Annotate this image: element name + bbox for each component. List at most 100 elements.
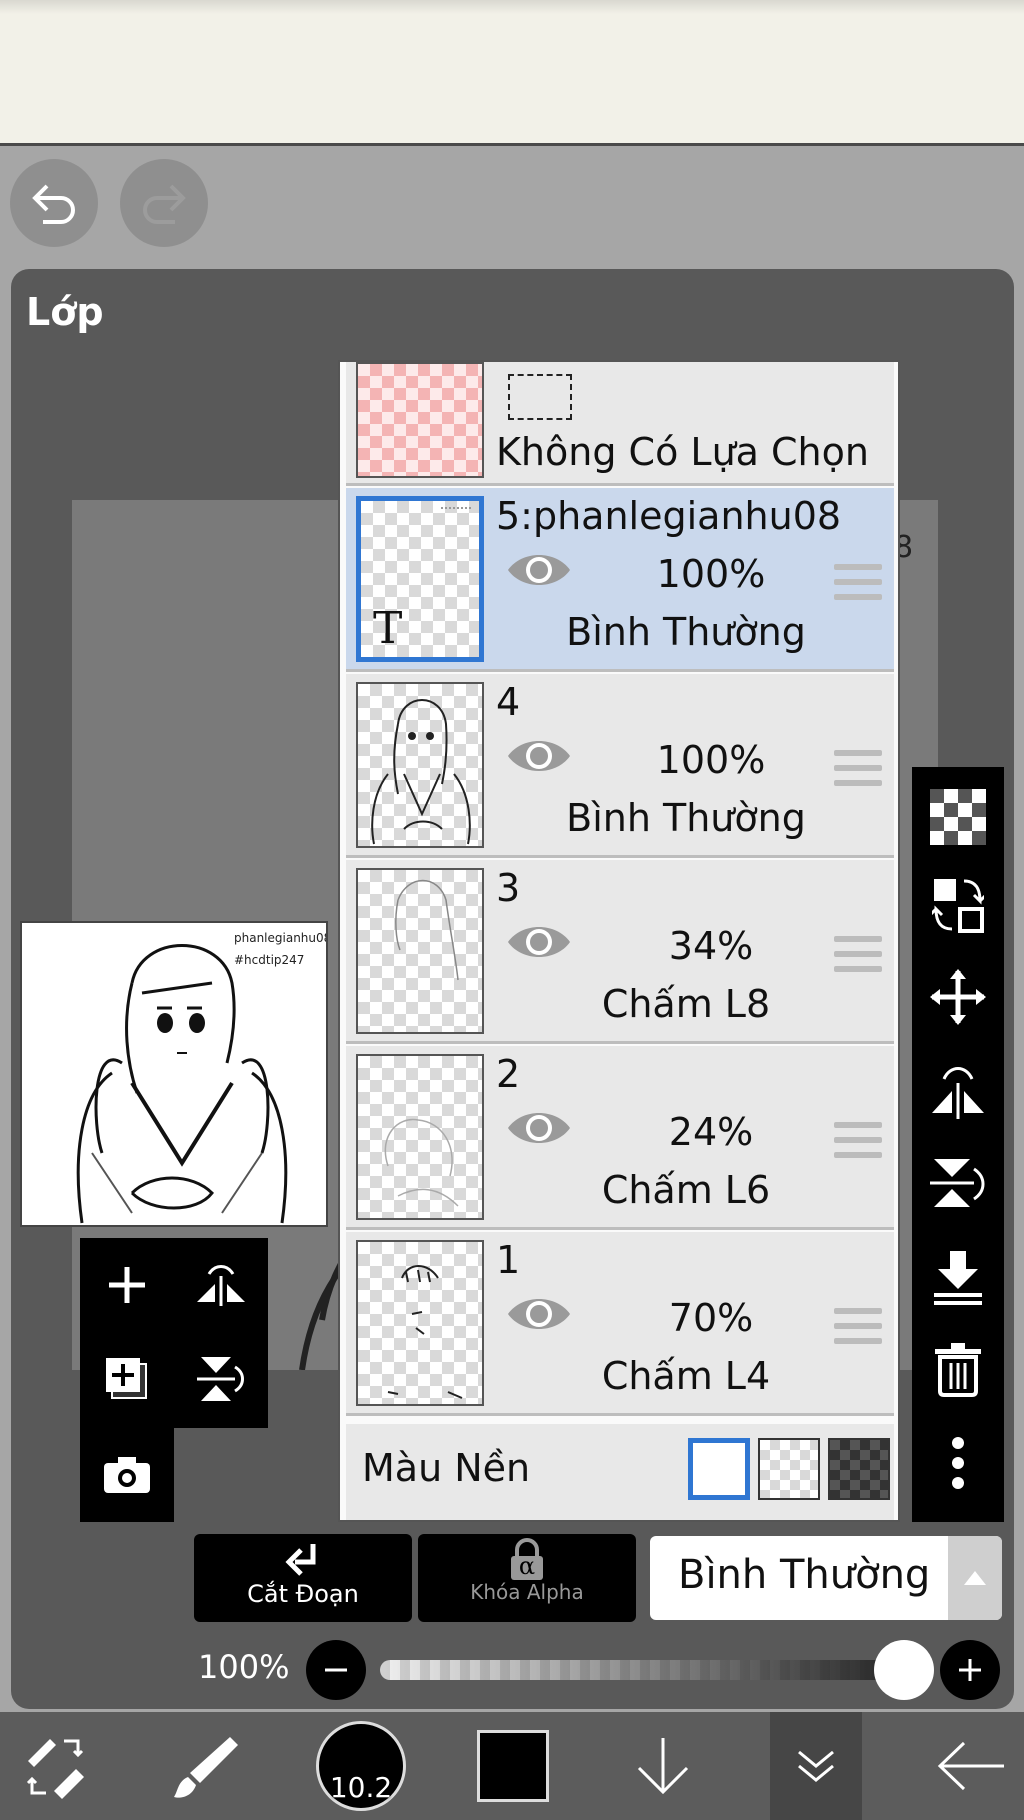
layer-row[interactable]: 1 70% Chấm L4 [346,1232,894,1416]
panel-title: Lớp [26,290,104,334]
blend-mode-value: Bình Thường [678,1552,931,1598]
layer-name: 2 [496,1052,521,1096]
eye-icon [508,1299,570,1329]
drag-handle-icon[interactable] [834,936,882,981]
layer-blend-mode: Bình Thường [566,796,806,840]
visibility-toggle[interactable] [506,1292,572,1340]
opacity-increase-button[interactable] [940,1640,1000,1700]
visibility-toggle[interactable] [506,1106,572,1154]
layer-opacity: 34% [668,924,754,968]
background-dark-swatch[interactable] [828,1438,890,1500]
opacity-decrease-button[interactable] [306,1640,366,1700]
clipping-button[interactable]: Cắt Đoạn [194,1534,412,1622]
selection-layer-row[interactable]: Không Có Lựa Chọn [346,362,894,486]
alpha-lock-button[interactable]: α Khóa Alpha [418,1534,636,1622]
current-color-swatch [477,1730,549,1802]
layer-opacity: 70% [668,1296,754,1340]
sketch-thumbnail [395,879,459,981]
layer-blend-mode: Bình Thường [566,610,806,654]
layer-blend-mode: Chấm L8 [601,982,771,1026]
artwork-thumbnail [22,923,326,1225]
background-transparent-swatch[interactable] [758,1438,820,1500]
opacity-slider-knob[interactable] [874,1640,934,1700]
brush-size-button[interactable]: 10.2 [306,1712,416,1820]
camera-import-button[interactable] [80,1428,174,1522]
thumbnail-text-marks [441,507,471,523]
layer-opacity-label: 100% [198,1648,290,1686]
drag-handle-icon[interactable] [834,750,882,795]
layer-opacity: 100% [656,552,766,596]
lock-icon: α [507,1538,547,1582]
navigator-preview[interactable]: phanlegianhu08 #hcdtip247 [20,921,328,1227]
text-layer-icon: T [373,603,403,654]
layer-thumbnail [356,1240,484,1406]
flip-horizontal-button[interactable] [912,1047,1004,1135]
arrow-left-icon [937,1741,1004,1791]
flip-horizontal-layer-button[interactable] [174,1238,268,1332]
add-layer-button[interactable] [80,1238,174,1332]
canvas-top-area [0,0,1024,146]
plus-icon [959,1659,981,1681]
swap-icon [932,879,984,933]
duplicate-layer-button[interactable] [80,1332,174,1426]
background-color-label: Màu Nền [362,1446,531,1490]
layer-row[interactable]: 3 34% Chấm L8 [346,860,894,1044]
flip-vertical-layer-button[interactable] [174,1332,268,1426]
layer-row[interactable]: 2 24% Chấm L6 [346,1046,894,1230]
checkerboard-icon [930,789,986,845]
watermark-text: phanlegianhu08 [234,931,328,945]
watermark-hashtag: #hcdtip247 [234,953,305,967]
lineart-thumbnail [371,699,471,845]
merge-down-button[interactable] [912,1233,1004,1321]
layer-thumbnail [356,1054,484,1220]
move-layer-button[interactable] [912,953,1004,1041]
back-button[interactable] [918,1712,1024,1820]
redo-button[interactable] [120,159,208,247]
selection-label: Không Có Lựa Chọn [496,430,869,474]
blend-mode-dropdown-button[interactable] [948,1536,1002,1620]
merge-down-icon [934,1251,982,1305]
transparency-button[interactable] [912,773,1004,861]
color-picker-button[interactable] [458,1712,568,1820]
layer-opacity: 24% [668,1110,754,1154]
brush-tool-button[interactable] [150,1712,260,1820]
layer-row[interactable]: T 5:phanlegianhu08 100% Bình Thường [346,488,894,672]
visibility-toggle[interactable] [506,548,572,596]
undo-icon [32,184,75,224]
right-layer-tools [912,767,1004,1522]
undo-button[interactable] [10,159,98,247]
alpha-lock-label: Khóa Alpha [470,1580,584,1604]
drag-handle-icon[interactable] [834,564,882,609]
layer-thumbnail [356,682,484,848]
flip-vertical-button[interactable] [912,1139,1004,1227]
double-chevron-down-icon [798,1750,834,1782]
layer-row[interactable]: 4 100% Bình Thường [346,674,894,858]
more-options-button[interactable] [912,1419,1004,1507]
more-vertical-icon [952,1437,964,1489]
opacity-slider-track[interactable] [380,1660,910,1680]
arrow-down-icon [637,1738,689,1795]
visibility-toggle[interactable] [506,734,572,782]
layers-panel-toggle[interactable] [770,1712,862,1820]
flip-horizontal-icon [932,1067,984,1119]
layer-opacity-slider-row: 100% [0,1628,1024,1708]
swap-layer-button[interactable] [912,861,1004,949]
brush-eraser-swap-button[interactable] [0,1712,110,1820]
flip-vertical-icon [930,1159,985,1207]
move-icon [930,969,986,1025]
layer-down-button[interactable] [608,1712,718,1820]
alpha-symbol: α [518,1552,536,1580]
brush-size-circle: 10.2 [316,1721,406,1811]
background-white-swatch[interactable] [688,1438,750,1500]
layer-name: 4 [496,680,521,724]
drag-handle-icon[interactable] [834,1308,882,1353]
drag-handle-icon[interactable] [834,1122,882,1167]
eye-icon [508,1113,570,1143]
layer-blend-mode: Chấm L4 [601,1354,771,1398]
eye-icon [508,927,570,957]
blend-mode-select[interactable]: Bình Thường [650,1536,1002,1620]
delete-layer-button[interactable] [912,1325,1004,1413]
visibility-toggle[interactable] [506,920,572,968]
layer-blend-mode: Chấm L6 [601,1168,771,1212]
layer-thumbnail: T [356,496,484,662]
